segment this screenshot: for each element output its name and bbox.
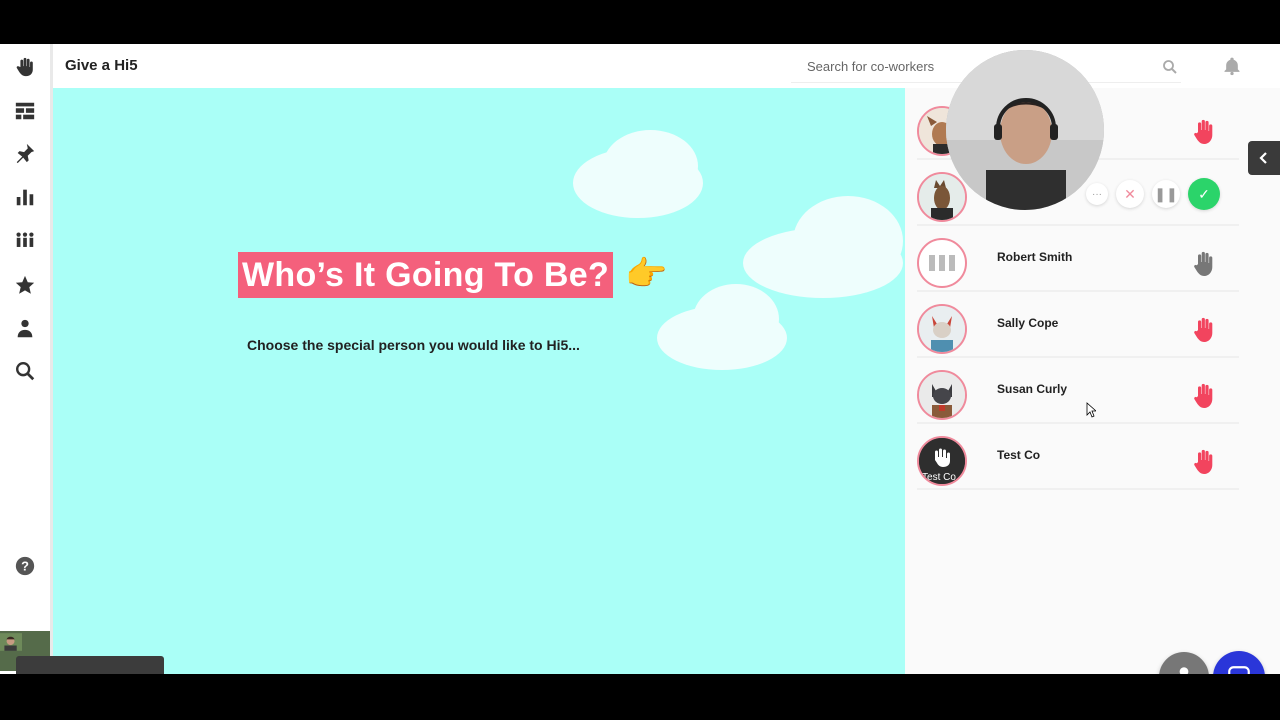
pause-button[interactable]: ❚❚ [1152, 180, 1180, 208]
video-controls: ··· ✕ ❚❚ ✓ [1086, 178, 1220, 210]
left-nav-rail: ? [0, 44, 53, 674]
mouse-cursor-icon [1086, 402, 1096, 418]
cat-avatar [917, 370, 967, 420]
coworker-name: Susan Curly [997, 382, 1068, 396]
bar-chart-icon[interactable] [12, 184, 38, 210]
chevron-left-icon [1259, 152, 1267, 164]
help-icon[interactable]: ? [12, 553, 38, 579]
coworker-row[interactable]: Test Co Test Co [917, 436, 1239, 490]
coworker-name: Test Co [997, 448, 1041, 462]
user-badge-icon[interactable] [12, 316, 38, 342]
cloud-decoration [693, 284, 779, 354]
svg-text:?: ? [21, 559, 29, 574]
coworker-row[interactable]: Robert Smith [917, 238, 1239, 292]
hi5-hand-icon[interactable] [1193, 448, 1217, 476]
coworker-name: Robert Smith [997, 250, 1073, 264]
pointing-hand-icon: 👉 [625, 255, 668, 293]
search-icon[interactable] [1161, 58, 1179, 76]
hi5-main-area: Who’s It Going To Be? 👉 Choose the speci… [53, 88, 905, 674]
cloud-decoration [603, 130, 698, 202]
user-plus-icon [1179, 667, 1189, 674]
page-title: Give a Hi5 [65, 57, 138, 74]
bars-avatar [917, 238, 967, 288]
cloud-decoration [793, 196, 903, 286]
end-call-button[interactable]: ✕ [1116, 180, 1144, 208]
main-subheading: Choose the special person you would like… [247, 337, 580, 353]
search-icon[interactable] [12, 358, 38, 384]
coworker-row[interactable]: Sally Cope [917, 304, 1239, 358]
presenter-video [946, 50, 1104, 210]
top-header: Give a Hi5 [53, 44, 1280, 89]
hi5-hand-icon[interactable] [1193, 118, 1217, 146]
horse-avatar [917, 172, 967, 222]
fox-avatar [917, 304, 967, 354]
coworker-name: Sally Cope [997, 316, 1059, 330]
loading-toast: Loading Give a Hi5... [16, 656, 164, 674]
confirm-button[interactable]: ✓ [1188, 178, 1220, 210]
hi5-hand-logo-icon[interactable] [12, 54, 38, 80]
coworker-row[interactable]: Susan Curly [917, 370, 1239, 424]
logo-avatar-text: Test Co [922, 472, 956, 483]
main-heading: Who’s It Going To Be? [238, 252, 614, 298]
dashboard-grid-icon[interactable] [12, 98, 38, 124]
logo-avatar: Test Co [917, 436, 967, 486]
more-options-button[interactable]: ··· [1086, 183, 1108, 205]
notification-bell-icon[interactable] [1222, 56, 1242, 76]
pin-icon[interactable] [12, 140, 38, 166]
hi5-hand-icon[interactable] [1193, 316, 1217, 344]
chat-icon [1228, 666, 1250, 674]
hi5-hand-icon[interactable] [1193, 250, 1217, 278]
team-people-icon[interactable] [12, 228, 38, 254]
star-icon[interactable] [12, 272, 38, 298]
video-bubble[interactable] [946, 50, 1104, 210]
collapse-panel-button[interactable] [1248, 141, 1280, 175]
hi5-hand-icon[interactable] [1193, 382, 1217, 410]
